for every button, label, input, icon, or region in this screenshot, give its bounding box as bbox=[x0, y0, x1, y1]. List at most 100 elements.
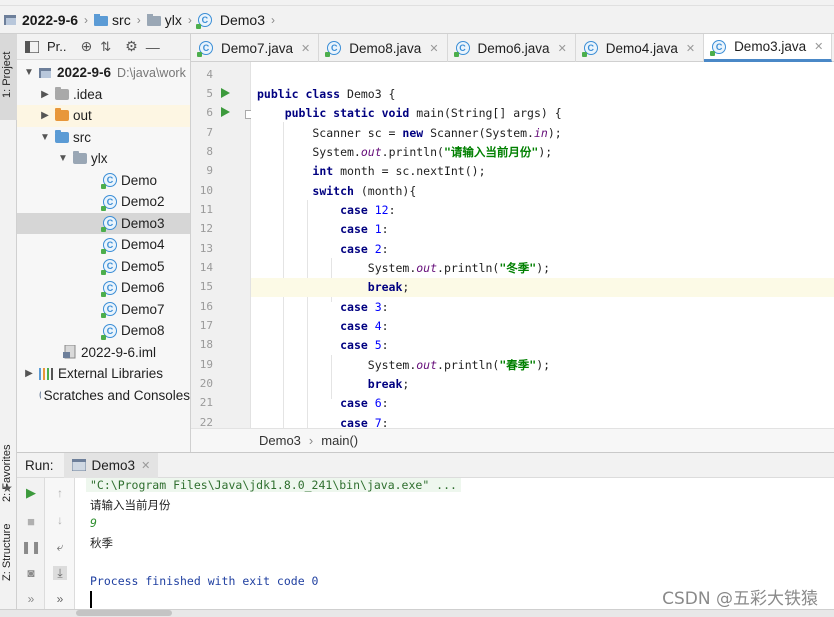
breadcrumb-method-name[interactable]: main() bbox=[321, 433, 358, 448]
line-number: 7 bbox=[206, 126, 213, 139]
project-panel-header: Pr.. ⊕ ⇅ ⚙ — bbox=[17, 34, 190, 60]
breadcrumb-class-name[interactable]: Demo3 bbox=[259, 433, 301, 448]
line-number: 12 bbox=[199, 222, 213, 235]
more-icon[interactable]: » bbox=[24, 592, 38, 606]
close-icon[interactable]: ✕ bbox=[429, 42, 438, 55]
tree-item-scratches[interactable]: Scratches and Consoles bbox=[17, 385, 190, 407]
line-number: 6 bbox=[206, 106, 213, 119]
tree-item-iml[interactable]: 2022-9-6.iml bbox=[17, 342, 190, 364]
editor-gutter: 4 5 6 7 8 9 10 11 12 13 14 15 16 17 18 1… bbox=[191, 62, 254, 429]
chevron-right-icon[interactable]: ▶ bbox=[23, 368, 35, 379]
tree-item-external-libraries[interactable]: ▶ External Libraries bbox=[17, 363, 190, 385]
tab-demo3[interactable]: C Demo3.java ✕ bbox=[704, 34, 833, 62]
soft-wrap-icon[interactable]: ⤶ bbox=[53, 540, 67, 554]
breadcrumb-class[interactable]: C Demo3 bbox=[195, 12, 265, 29]
project-tree: ▼ 2022-9-6 D:\java\work ▶ .idea ▶ out ▼ … bbox=[17, 60, 190, 406]
horizontal-scrollbar[interactable] bbox=[76, 610, 172, 616]
tree-item-out[interactable]: ▶ out bbox=[17, 105, 190, 127]
code-line: Scanner sc = new Scanner(System.in); bbox=[257, 126, 562, 140]
code-line: case 5: bbox=[340, 338, 389, 352]
tree-item-demo7[interactable]: C Demo7 bbox=[17, 299, 190, 321]
rerun-icon[interactable]: ▶ bbox=[24, 485, 38, 500]
run-tab-demo3[interactable]: Demo3 ✕ bbox=[63, 452, 159, 478]
breadcrumb-src[interactable]: src bbox=[94, 12, 131, 28]
class-icon: C bbox=[101, 302, 117, 319]
console-prompt: 请输入当前月份 bbox=[90, 498, 171, 512]
tree-item-demo6[interactable]: C Demo6 bbox=[17, 277, 190, 299]
hide-icon[interactable]: — bbox=[146, 39, 160, 55]
class-icon: C bbox=[325, 41, 342, 57]
arrow-down-icon[interactable]: ↓ bbox=[53, 513, 67, 527]
chevron-right-icon[interactable]: ▶ bbox=[39, 89, 51, 100]
project-icon bbox=[4, 14, 16, 25]
chevron-right-icon: › bbox=[84, 12, 89, 27]
project-view-icon bbox=[25, 40, 39, 53]
chevron-right-icon: › bbox=[270, 12, 275, 27]
tree-item-ylx[interactable]: ▼ ylx bbox=[17, 148, 190, 170]
class-icon: C bbox=[101, 216, 117, 233]
tab-demo4[interactable]: C Demo4.java ✕ bbox=[576, 34, 705, 62]
structure-tool-label[interactable]: Z: Structure bbox=[1, 524, 13, 581]
tree-item-demo2[interactable]: C Demo2 bbox=[17, 191, 190, 213]
code-line: int month = sc.nextInt(); bbox=[312, 164, 486, 178]
tab-demo6[interactable]: C Demo6.java ✕ bbox=[448, 34, 576, 62]
tree-item-demo5[interactable]: C Demo5 bbox=[17, 256, 190, 278]
chevron-right-icon[interactable]: ▶ bbox=[39, 110, 51, 121]
close-icon[interactable]: ✕ bbox=[686, 42, 695, 55]
arrow-up-icon[interactable]: ↑ bbox=[53, 486, 67, 500]
scroll-to-end-icon[interactable]: ⤓ bbox=[53, 566, 67, 580]
navigation-bar: 2022-9-6 › src › ylx › C Demo3 › bbox=[0, 6, 834, 34]
breadcrumb-package[interactable]: ylx bbox=[146, 12, 182, 28]
console-output-line: 秋季 bbox=[90, 536, 113, 550]
code-line: case 2: bbox=[340, 242, 389, 256]
close-icon[interactable]: ✕ bbox=[814, 40, 823, 53]
tree-item-demo[interactable]: C Demo bbox=[17, 170, 190, 192]
library-icon bbox=[39, 368, 53, 381]
close-icon[interactable]: ✕ bbox=[558, 42, 567, 55]
folder-icon bbox=[55, 86, 69, 100]
star-icon: ★ bbox=[2, 481, 13, 495]
code-line: switch (month){ bbox=[312, 184, 417, 198]
run-toolbar: ▶ ■ ❚❚ ◙ » bbox=[17, 478, 45, 617]
breadcrumb-project[interactable]: 2022-9-6 bbox=[4, 12, 78, 28]
console-caret bbox=[90, 591, 92, 608]
project-tool-label[interactable]: 1: Project bbox=[1, 52, 13, 98]
pause-icon[interactable]: ❚❚ bbox=[21, 540, 41, 554]
close-icon[interactable]: ✕ bbox=[141, 459, 150, 472]
tree-item-src[interactable]: ▼ src bbox=[17, 127, 190, 149]
tab-demo8[interactable]: C Demo8.java ✕ bbox=[319, 34, 448, 62]
tree-item-demo3[interactable]: C Demo3 bbox=[17, 212, 190, 234]
tree-item-demo4[interactable]: C Demo4 bbox=[17, 234, 190, 256]
gear-icon[interactable]: ⚙ bbox=[125, 38, 138, 55]
chevron-down-icon[interactable]: ▼ bbox=[39, 132, 51, 143]
code-line: case 12: bbox=[340, 203, 396, 217]
class-icon: C bbox=[101, 323, 117, 340]
run-gutter-icon[interactable] bbox=[221, 88, 230, 98]
tree-item-demo8[interactable]: C Demo8 bbox=[17, 320, 190, 342]
code-line: System.out.println("请输入当前月份"); bbox=[257, 145, 553, 159]
locate-icon[interactable]: ⊕ bbox=[81, 38, 93, 55]
collapse-all-icon[interactable]: ⇅ bbox=[100, 39, 111, 55]
code-line: case 3: bbox=[340, 300, 389, 314]
stop-icon[interactable]: ■ bbox=[24, 514, 38, 529]
run-gutter-icon[interactable] bbox=[221, 107, 230, 117]
chevron-down-icon[interactable]: ▼ bbox=[23, 67, 35, 78]
more-icon[interactable]: » bbox=[53, 592, 67, 606]
close-icon[interactable]: ✕ bbox=[301, 42, 310, 55]
line-number: 21 bbox=[199, 396, 213, 409]
class-icon: C bbox=[581, 41, 598, 57]
camera-icon[interactable]: ◙ bbox=[24, 566, 38, 580]
line-number: 4 bbox=[206, 68, 213, 81]
class-icon: C bbox=[101, 237, 117, 254]
code-editor[interactable]: public class Demo3 { public static void … bbox=[251, 62, 834, 428]
chevron-down-icon[interactable]: ▼ bbox=[57, 153, 69, 164]
chevron-right-icon: › bbox=[136, 12, 141, 27]
tree-item-idea[interactable]: ▶ .idea bbox=[17, 84, 190, 106]
tree-item-project-root[interactable]: ▼ 2022-9-6 D:\java\work bbox=[17, 62, 190, 84]
class-icon: C bbox=[101, 259, 117, 276]
line-number: 18 bbox=[199, 338, 213, 351]
module-icon bbox=[39, 67, 51, 78]
tab-demo7[interactable]: C Demo7.java ✕ bbox=[191, 34, 320, 62]
line-number: 9 bbox=[206, 164, 213, 177]
project-panel-title[interactable]: Pr.. bbox=[47, 39, 67, 54]
